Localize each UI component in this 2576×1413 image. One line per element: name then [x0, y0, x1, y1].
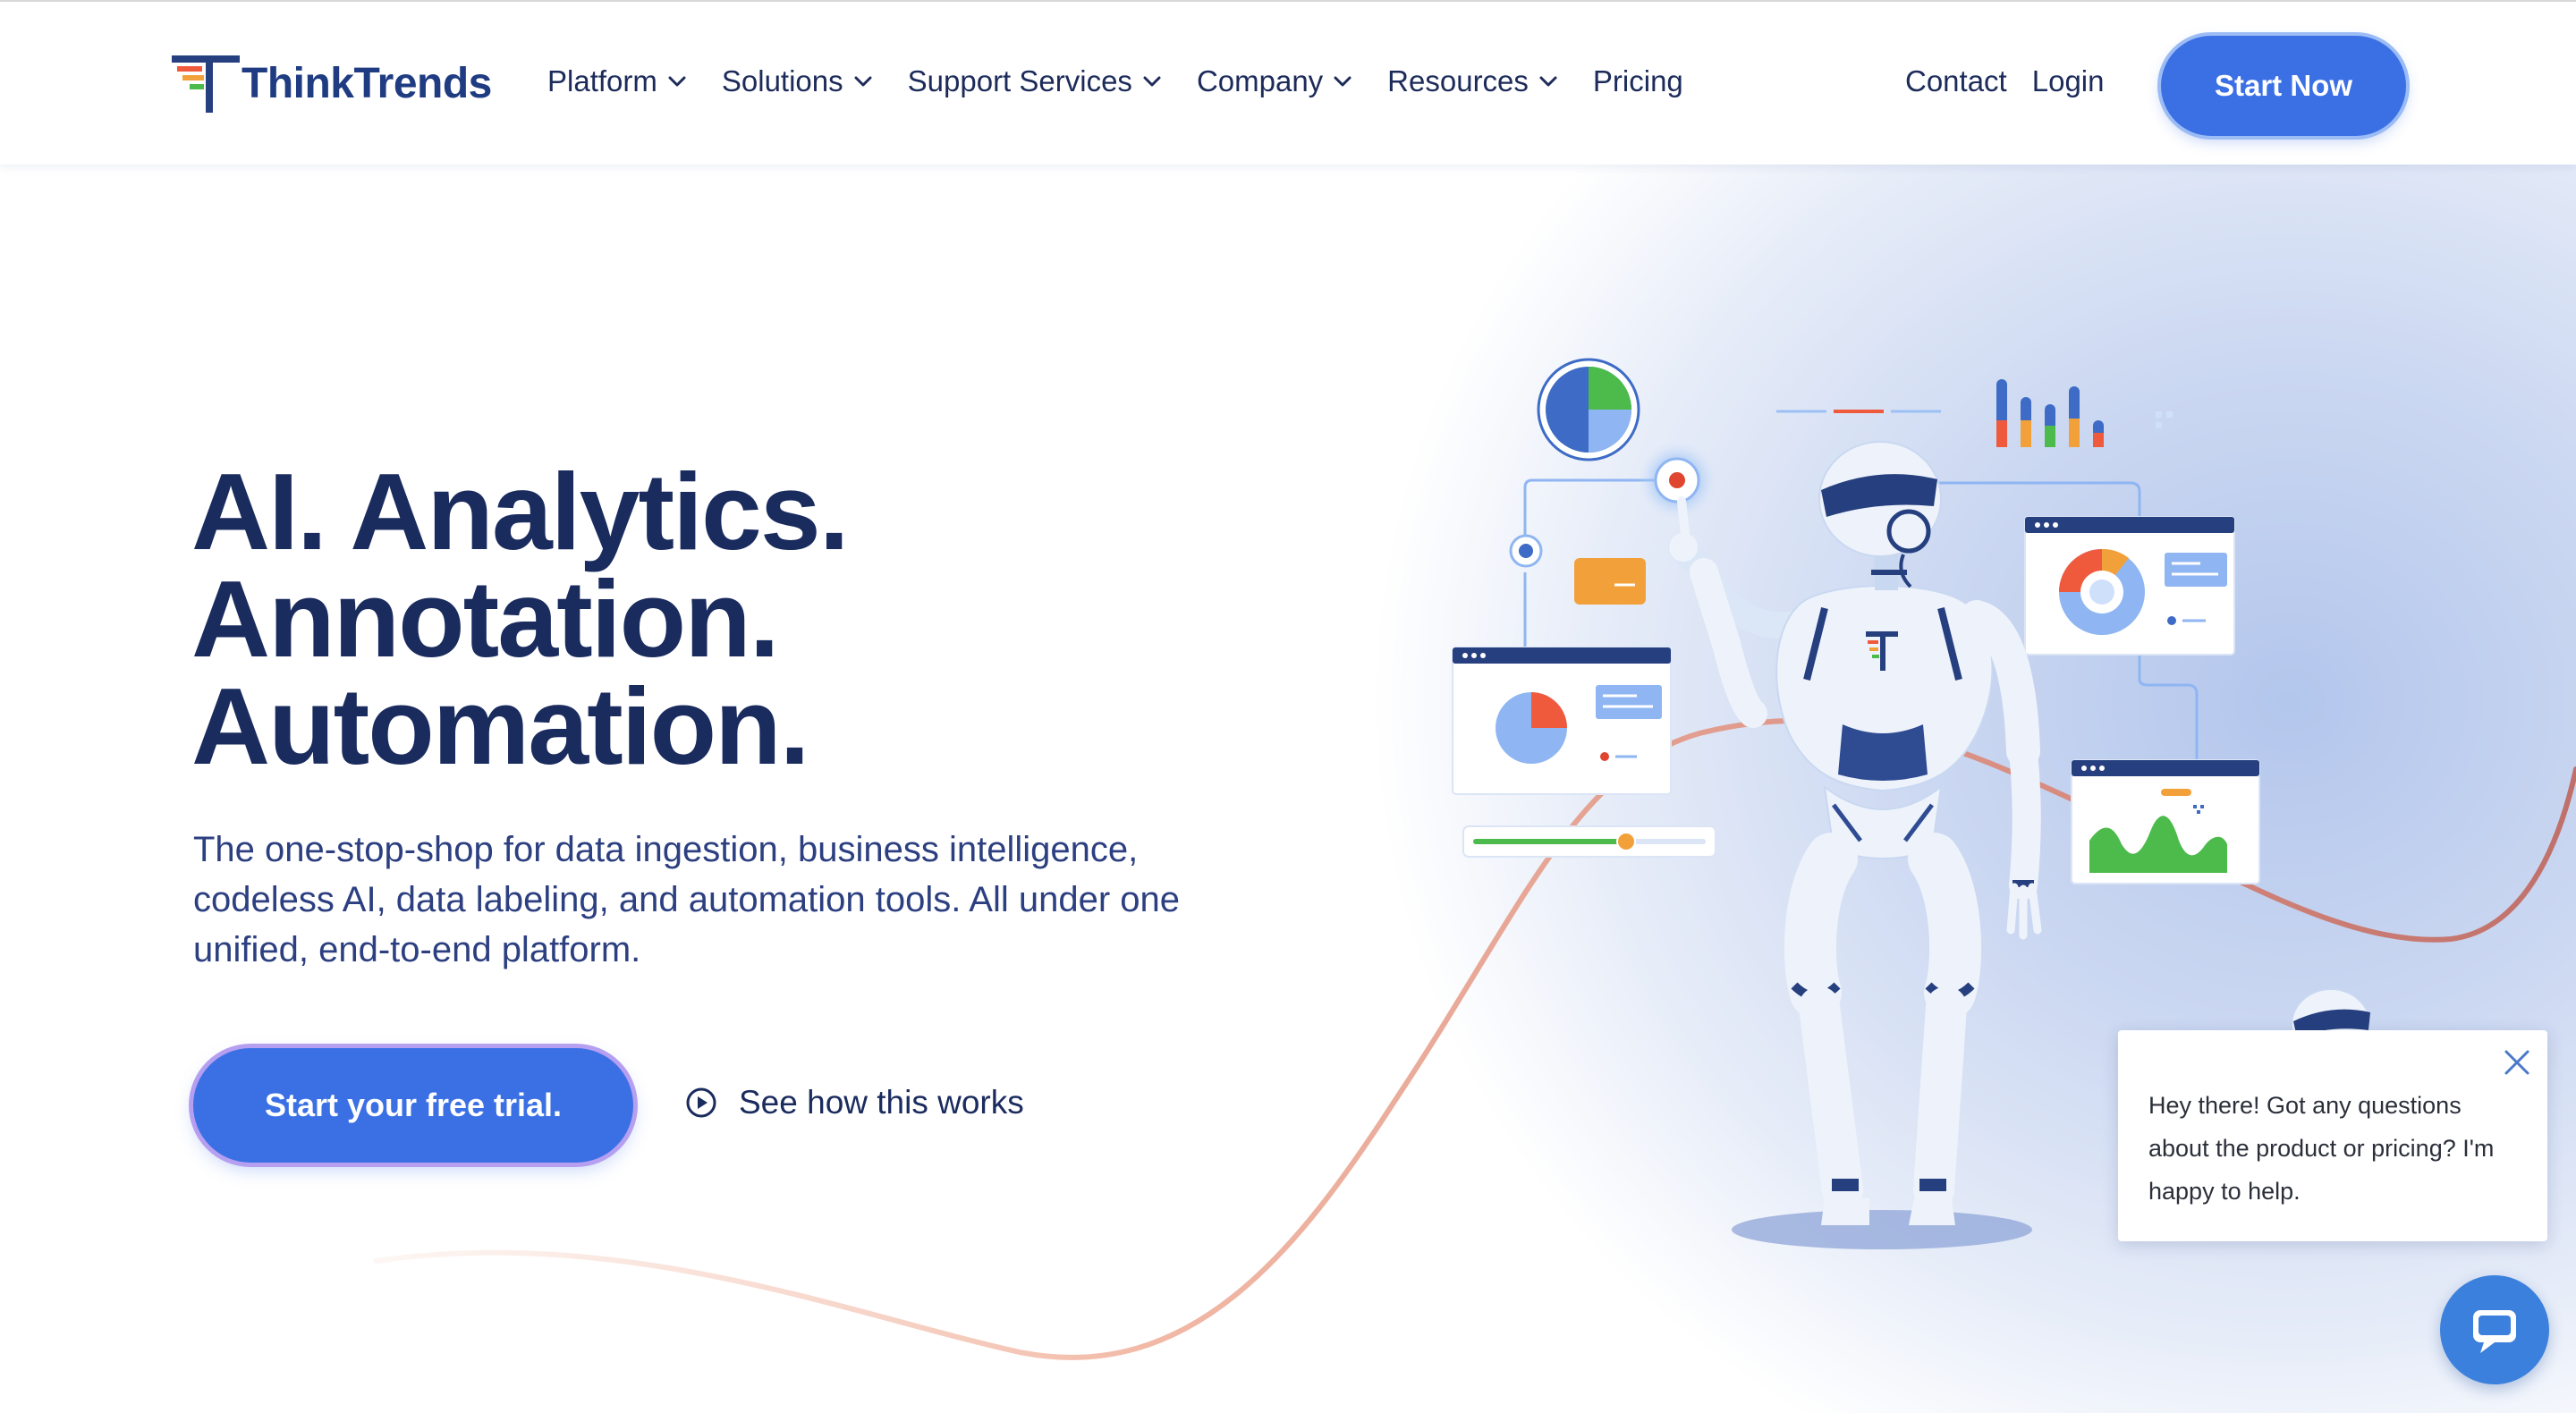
nav-item-label: Solutions — [721, 64, 843, 97]
see-how-label: See how this works — [739, 1084, 1024, 1121]
main-nav: Platform Solutions Support Services Comp… — [547, 64, 1683, 98]
chevron-down-icon — [668, 76, 686, 87]
headline-line: Automation. — [191, 665, 810, 787]
contact-link[interactable]: Contact — [1905, 64, 2007, 98]
start-now-button[interactable]: Start Now — [2161, 36, 2406, 136]
robot — [1668, 441, 2042, 1225]
nav-item-label: Support Services — [907, 64, 1132, 97]
chevron-down-icon — [1334, 76, 1352, 87]
nav-item-pricing[interactable]: Pricing — [1593, 64, 1683, 98]
thinktrends-logo-icon — [172, 55, 240, 113]
play-circle-icon — [686, 1087, 716, 1118]
hero-subtext: The one-stop-shop for data ingestion, bu… — [193, 830, 1180, 969]
chevron-down-icon — [1143, 76, 1161, 87]
chevron-down-icon — [854, 76, 872, 87]
headline-line: AI. Analytics. — [191, 451, 850, 572]
nav-item-support-services[interactable]: Support Services — [908, 64, 1161, 98]
nav-item-label: Pricing — [1592, 64, 1683, 97]
chat-bubble-icon — [2473, 1310, 2516, 1353]
nav-item-platform[interactable]: Platform — [547, 64, 686, 98]
site-header: ThinkTrends Platform Solutions Support S… — [0, 0, 2576, 165]
chat-message-text: Hey there! Got any questions about the p… — [2148, 1092, 2495, 1205]
login-link[interactable]: Login — [2032, 64, 2105, 98]
start-free-trial-button[interactable]: Start your free trial. — [193, 1048, 633, 1163]
see-how-link[interactable]: See how this works — [685, 1084, 1024, 1121]
hero-headline: AI. Analytics. Annotation. Automation. — [191, 451, 1175, 787]
chat-launcher-button[interactable] — [2440, 1275, 2549, 1384]
nav-item-label: Company — [1196, 64, 1324, 97]
close-icon[interactable] — [2501, 1046, 2533, 1079]
brand-logo[interactable]: ThinkTrends — [172, 52, 492, 114]
nav-item-resources[interactable]: Resources — [1387, 64, 1557, 98]
nav-item-solutions[interactable]: Solutions — [722, 64, 872, 98]
nav-item-label: Platform — [547, 64, 657, 97]
headline-line: Annotation. — [191, 558, 780, 680]
nav-item-label: Resources — [1387, 64, 1529, 97]
chat-message-bubble: Hey there! Got any questions about the p… — [2118, 1030, 2547, 1241]
header-secondary-nav: Contact Login — [1905, 64, 2104, 98]
nav-item-company[interactable]: Company — [1197, 64, 1352, 98]
chevron-down-icon — [1539, 76, 1557, 87]
brand-name: ThinkTrends — [242, 59, 492, 107]
